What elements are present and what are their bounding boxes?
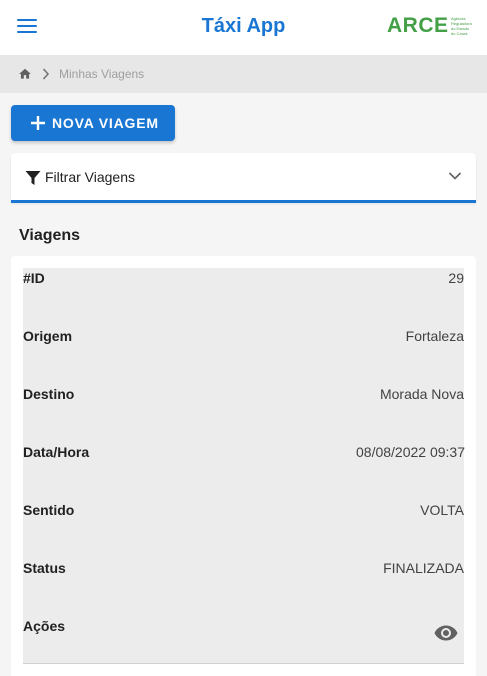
field-value: VOLTA (420, 502, 464, 518)
filter-panel[interactable]: Filtrar Viagens (11, 153, 476, 203)
field-label: Ações (23, 618, 66, 634)
table-row: Data/Hora 08/08/2022 09:37 (23, 444, 465, 464)
table-row: Status FINALIZADA (23, 560, 464, 580)
field-label: Origem (23, 328, 73, 344)
chevron-right-icon (42, 68, 50, 80)
app-bar: Táxi App ARCE Agência Reguladora do Esta… (0, 0, 487, 55)
plus-icon (31, 116, 45, 130)
field-value: 29 (448, 270, 464, 286)
table-row: Destino Morada Nova (23, 386, 464, 406)
new-trip-label: NOVA VIAGEM (52, 115, 159, 131)
table-row: #ID 29 (23, 270, 464, 290)
breadcrumb-current: Minhas Viagens (59, 67, 145, 81)
eye-icon[interactable] (434, 624, 458, 642)
field-value: 08/08/2022 09:37 (356, 444, 465, 460)
field-value: FINALIZADA (383, 560, 464, 576)
arce-logo: ARCE Agência Reguladora do Estado do Cea… (387, 13, 473, 39)
logo-subtext: Agência Reguladora do Estado do Ceará (451, 16, 472, 36)
home-icon[interactable] (18, 67, 32, 81)
chevron-down-icon[interactable] (448, 171, 462, 181)
field-label: Sentido (23, 502, 75, 518)
field-label: Status (23, 560, 66, 576)
trip-table: #ID 29 Origem Fortaleza Destino Morada N… (23, 268, 465, 664)
filter-label: Filtrar Viagens (45, 169, 136, 185)
field-label: #ID (23, 270, 45, 286)
field-value: Morada Nova (379, 386, 464, 402)
breadcrumb: Minhas Viagens (0, 55, 487, 93)
table-row: Ações (23, 618, 464, 638)
field-value: Fortaleza (405, 328, 464, 344)
section-title: Viagens (19, 227, 81, 244)
table-row: Origem Fortaleza (23, 328, 464, 348)
field-label: Destino (23, 386, 75, 402)
field-label: Data/Hora (23, 444, 90, 460)
filter-icon (25, 171, 41, 185)
logo-text: ARCE (387, 14, 449, 37)
new-trip-button[interactable]: NOVA VIAGEM (11, 105, 175, 141)
table-row: Sentido VOLTA (23, 502, 464, 522)
